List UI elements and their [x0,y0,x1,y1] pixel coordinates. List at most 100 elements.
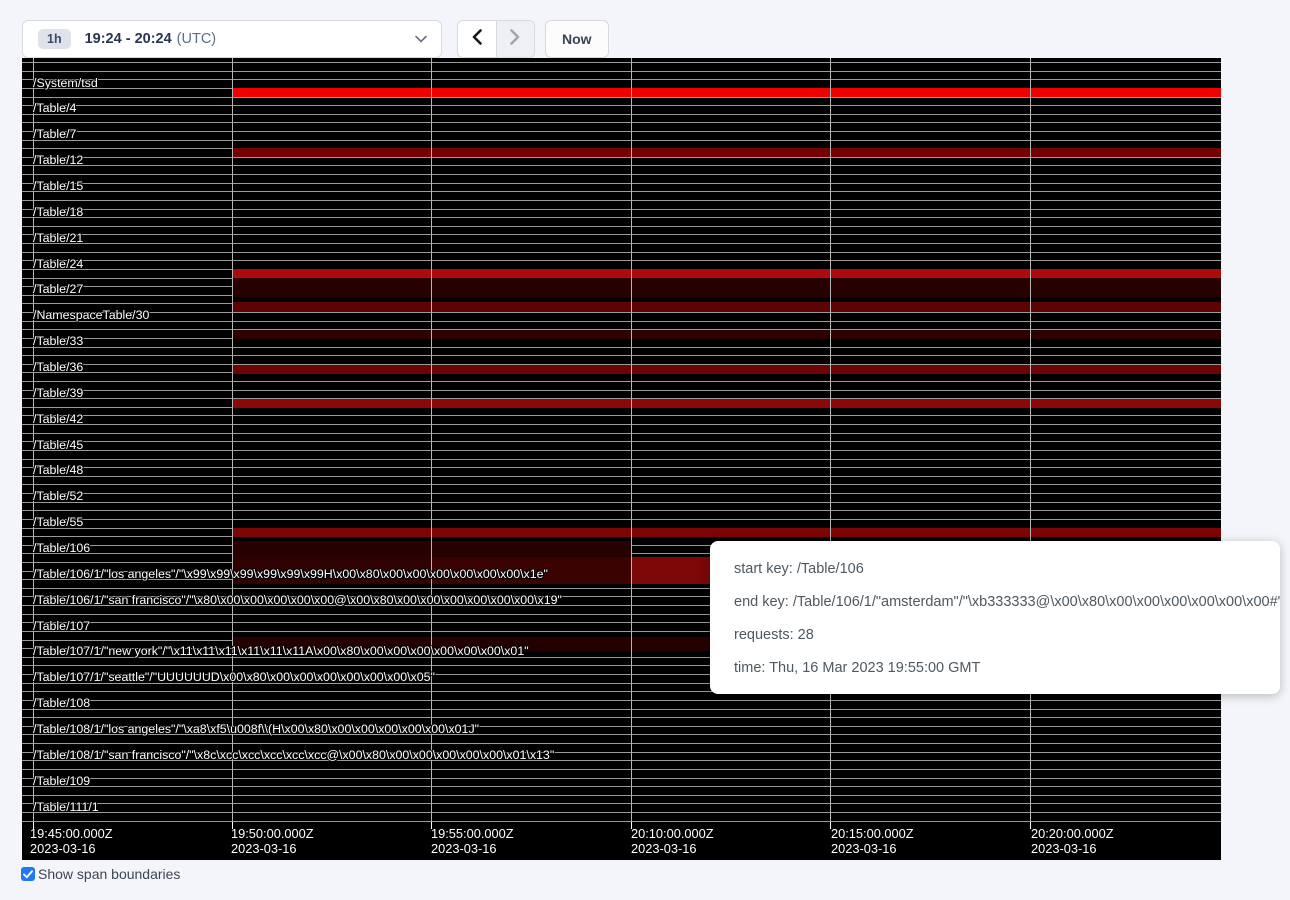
time-bucket-boundary-line [232,58,233,822]
span-boundary-line [22,355,1221,356]
span-key-label: /Table/107/1/"seattle"/"UUUUUUD\x00\x80\… [33,670,435,684]
show-span-boundaries-label: Show span boundaries [38,866,180,882]
time-range-nav [457,20,535,58]
span-key-label: /Table/33 [33,334,83,348]
span-key-label: /System/tsd [33,76,98,90]
span-key-label: /Table/109 [33,774,90,788]
span-boundary-line [22,450,1221,451]
span-key-label: /Table/4 [33,101,76,115]
span-key-label: /Table/21 [33,231,83,245]
span-boundary-line [22,415,1221,416]
span-boundary-line [22,234,1221,235]
span-key-label: /Table/42 [33,412,83,426]
show-span-boundaries-checkbox[interactable] [21,867,35,881]
tooltip-start-key: start key: /Table/106 [734,553,1256,586]
span-boundary-line [22,105,1221,106]
heat-band[interactable] [232,269,1221,278]
span-boundary-line [22,433,1221,434]
time-axis-label: 20:15:00.000Z2023-03-16 [831,826,914,856]
span-boundary-line [22,140,1221,141]
tooltip-requests: requests: 28 [734,619,1256,652]
time-axis-label: 20:10:00.000Z2023-03-16 [631,826,714,856]
span-boundary-line [22,131,1221,132]
heat-band[interactable] [232,330,1221,339]
span-key-label: /Table/52 [33,489,83,503]
heat-band[interactable] [232,302,1221,312]
span-key-label: /Table/108/1/"san francisco"/"\x8c\xcc\x… [33,748,554,762]
time-axis-label: 19:45:00.000Z2023-03-16 [30,826,113,856]
span-key-label: /Table/111/1 [33,800,99,814]
span-key-label: /Table/45 [33,438,83,452]
heat-band[interactable] [232,278,1221,297]
heat-band[interactable] [232,88,1221,97]
key-visualizer-canvas[interactable]: /System/tsd/Table/4/Table/7/Table/12/Tab… [22,58,1221,860]
span-boundary-line [22,79,1221,80]
tooltip-time: time: Thu, 16 Mar 2023 19:55:00 GMT [734,652,1256,685]
span-key-label: /Table/12 [33,153,83,167]
time-range-selector[interactable]: 1h 19:24 - 20:24 (UTC) [22,20,442,58]
span-boundary-line [22,390,1221,391]
span-boundary-line [22,183,1221,184]
span-key-label: /Table/39 [33,386,83,400]
time-range-preset-badge: 1h [38,29,71,49]
span-boundary-line [22,381,1221,382]
span-key-label: /Table/55 [33,515,83,529]
span-boundary-line [22,467,1221,468]
toolbar: 1h 19:24 - 20:24 (UTC) Now [22,20,609,58]
span-boundary-line [22,812,1221,813]
span-key-label: /NamespaceTable/30 [33,308,149,322]
span-boundary-line [22,71,1221,72]
span-key-label: /Table/108 [33,696,90,710]
span-boundary-line [22,700,1221,701]
span-key-label: /Table/107/1/"new york"/"\x11\x11\x11\x1… [33,644,529,658]
now-button[interactable]: Now [545,20,609,58]
span-boundary-line [22,165,1221,166]
previous-range-button[interactable] [458,21,496,57]
span-key-label: /Table/27 [33,282,83,296]
span-key-label: /Table/18 [33,205,83,219]
span-boundary-line [22,717,1221,718]
span-key-label: /Table/24 [33,257,83,271]
span-boundary-line [22,217,1221,218]
span-boundary-line [22,321,1221,322]
span-boundary-line [22,252,1221,253]
heat-band[interactable] [232,399,1221,408]
next-range-button[interactable] [496,21,535,57]
key-visualizer-page: 1h 19:24 - 20:24 (UTC) Now /System/tsd/T… [0,0,1290,900]
span-boundary-line [22,459,1221,460]
chevron-left-icon [471,29,483,50]
time-range-value: 19:24 - 20:24 [85,31,172,47]
span-boundary-line [22,778,1221,779]
span-key-label: /Table/15 [33,179,83,193]
span-boundary-line [22,743,1221,744]
span-key-label: /Table/106 [33,541,90,555]
span-boundary-line [22,795,1221,796]
span-boundary-line [22,510,1221,511]
span-boundary-line [22,519,1221,520]
span-boundary-line [22,174,1221,175]
span-key-label: /Table/48 [33,463,83,477]
checkmark-icon [23,870,33,879]
span-key-label: /Table/7 [33,127,76,141]
time-bucket-boundary-line [830,58,831,822]
span-boundary-line [22,424,1221,425]
span-key-label: /Table/36 [33,360,83,374]
heat-band[interactable] [232,528,1221,537]
span-key-label: /Table/108/1/"los angeles"/"\xa8\xf5\u00… [33,722,479,736]
span-key-label: /Table/107 [33,619,90,633]
tooltip-end-key: end key: /Table/106/1/"amsterdam"/"\xb33… [734,586,1256,619]
heat-band[interactable] [232,148,1221,157]
span-boundary-line [22,243,1221,244]
heat-band[interactable] [232,365,1221,374]
span-boundary-line [22,312,1221,313]
span-boundary-line [22,260,1221,261]
span-boundary-line [22,209,1221,210]
span-boundary-line [22,502,1221,503]
span-boundary-line [22,114,1221,115]
span-boundary-line [22,769,1221,770]
span-boundary-line [22,441,1221,442]
span-boundary-line [22,786,1221,787]
chevron-right-icon [509,29,521,50]
span-boundary-line [22,803,1221,804]
time-range-timezone: (UTC) [177,31,216,47]
